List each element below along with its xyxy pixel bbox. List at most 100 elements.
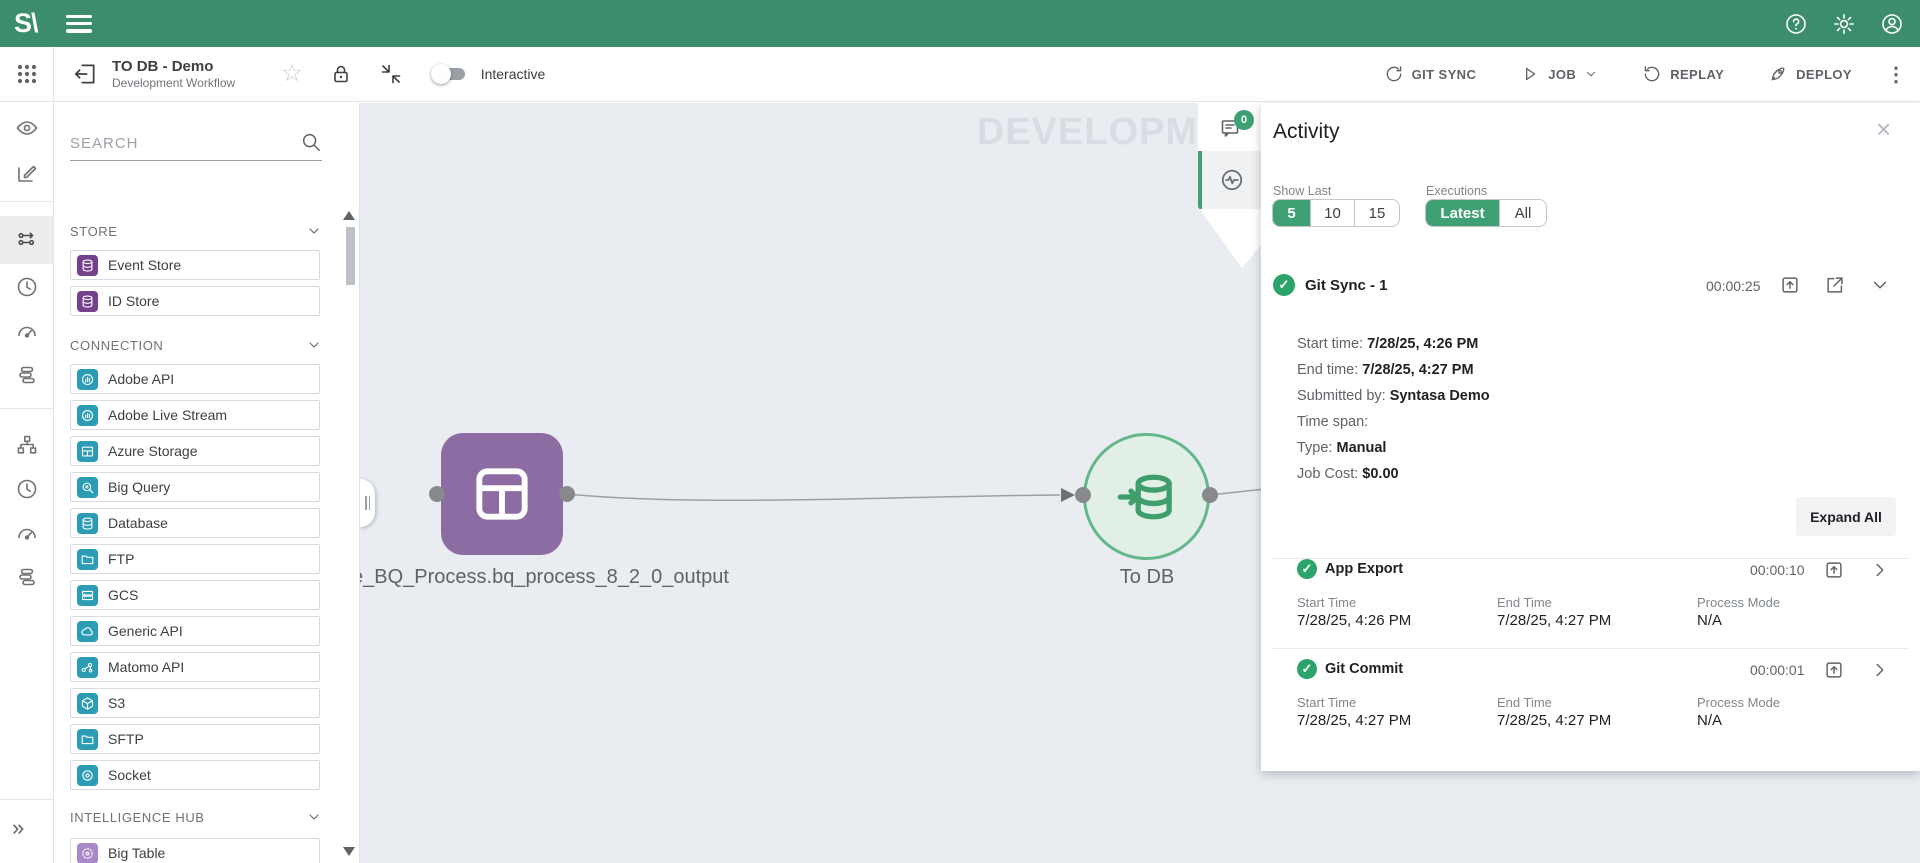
sidebar-scroll-up-arrow[interactable] [343, 211, 355, 220]
expand-all-button[interactable]: Expand All [1796, 497, 1896, 536]
database-arrow-icon [1115, 465, 1179, 529]
palette-item-s3[interactable]: S3 [70, 688, 320, 718]
sidebar-collapse-handle[interactable] [360, 479, 375, 527]
palette-item-label: Azure Storage [108, 443, 198, 459]
bq-process-node[interactable] [441, 433, 563, 555]
detail-label: Time span: [1297, 414, 1368, 430]
start-time-column-label: Start Time [1297, 695, 1356, 710]
workflow-flow-icon[interactable] [15, 228, 39, 252]
external-link-icon[interactable] [1824, 274, 1846, 296]
section-header-store[interactable]: STORE [70, 223, 322, 239]
section-title: STORE [70, 224, 118, 239]
layers-icon-2[interactable] [15, 565, 39, 589]
sidebar-scroll-down-arrow[interactable] [343, 847, 355, 856]
view-eye-icon[interactable] [15, 116, 39, 140]
executions-label: Executions [1426, 184, 1487, 198]
palette-item-adobe-api[interactable]: Adobe API [70, 364, 320, 394]
sitemap-icon[interactable] [15, 433, 39, 457]
expand-entry-chevron-icon[interactable] [1869, 559, 1891, 581]
palette-item-azure-storage[interactable]: Azure Storage [70, 436, 320, 466]
exit-workflow-icon[interactable] [72, 61, 98, 87]
git-commit-entry-name[interactable]: Git Commit [1325, 661, 1403, 677]
palette-item-event-store[interactable]: Event Store [70, 250, 320, 280]
git-commit-start-time: 7/28/25, 4:27 PM [1297, 712, 1411, 729]
show-last-option-15[interactable]: 15 [1355, 200, 1399, 226]
sftp-icon [77, 729, 98, 750]
palette-item-database[interactable]: Database [70, 508, 320, 538]
show-last-option-10[interactable]: 10 [1311, 200, 1355, 226]
notifications-tab[interactable]: 0 [1198, 109, 1261, 147]
palette-item-socket[interactable]: Socket [70, 760, 320, 790]
layers-icon[interactable] [15, 363, 39, 387]
executions-option-all[interactable]: All [1500, 200, 1546, 226]
detail-row: Type: Manual [1297, 435, 1490, 461]
toolbar-actions: GIT SYNC JOB REPLAY DEPLOY ⋮ [1340, 62, 1906, 87]
node-input-port[interactable] [429, 486, 445, 502]
palette-item-big-table[interactable]: Big Table [70, 838, 320, 863]
sidebar-scrollbar-thumb[interactable] [346, 227, 355, 285]
palette-item-id-store[interactable]: ID Store [70, 286, 320, 316]
git-commit-end-time: 7/28/25, 4:27 PM [1497, 712, 1611, 729]
success-check-icon: ✓ [1297, 559, 1317, 579]
gauge-icon[interactable] [15, 319, 39, 343]
palette-item-adobe-live-stream[interactable]: Adobe Live Stream [70, 400, 320, 430]
chevron-down-icon [306, 809, 322, 825]
expand-rail-icon[interactable]: » [12, 815, 24, 841]
search-input[interactable] [70, 129, 322, 161]
palette-item-ftp[interactable]: FTP [70, 544, 320, 574]
history-clock-icon-2[interactable] [15, 477, 39, 501]
executions-option-latest[interactable]: Latest [1426, 200, 1500, 226]
collapse-canvas-icon[interactable] [379, 62, 403, 86]
palette-item-big-query[interactable]: Big Query [70, 472, 320, 502]
activity-panel: Activity × Show Last 5 10 15 Executions … [1261, 103, 1920, 771]
hamburger-menu-icon[interactable] [66, 15, 92, 33]
to-db-output-port[interactable] [1202, 487, 1218, 503]
app-export-entry-name[interactable]: App Export [1325, 561, 1403, 577]
activity-tab-selected[interactable] [1198, 151, 1261, 209]
favorite-star-icon[interactable]: ☆ [281, 62, 303, 86]
open-log-icon[interactable] [1823, 659, 1845, 681]
database-icon [77, 513, 98, 534]
end-time-column-label: End Time [1497, 695, 1552, 710]
detail-row: Job Cost: $0.00 [1297, 461, 1490, 487]
search-field-wrap [70, 129, 322, 161]
palette-item-label: ID Store [108, 293, 159, 309]
s3-icon [77, 693, 98, 714]
palette-item-sftp[interactable]: SFTP [70, 724, 320, 754]
activity-panel-title: Activity [1273, 120, 1340, 144]
close-icon[interactable]: × [1876, 116, 1891, 142]
palette-item-matomo-api[interactable]: Matomo API [70, 652, 320, 682]
expand-entry-chevron-icon[interactable] [1869, 659, 1891, 681]
replay-button[interactable]: REPLAY [1642, 64, 1724, 84]
palette-item-generic-api[interactable]: Generic API [70, 616, 320, 646]
edit-icon[interactable] [15, 161, 39, 185]
search-icon[interactable] [300, 131, 322, 153]
azure-storage-icon [77, 441, 98, 462]
palette-item-gcs[interactable]: GCS [70, 580, 320, 610]
node-output-port[interactable] [559, 486, 575, 502]
job-button[interactable]: JOB [1520, 64, 1598, 84]
section-header-intelligence-hub[interactable]: INTELLIGENCE HUB [70, 809, 322, 825]
to-db-input-port[interactable] [1075, 487, 1091, 503]
big-query-icon [77, 477, 98, 498]
more-options-kebab-icon[interactable]: ⋮ [1886, 62, 1906, 87]
help-icon[interactable] [1784, 12, 1808, 36]
deploy-button[interactable]: DEPLOY [1768, 64, 1852, 84]
settings-gear-icon[interactable] [1832, 12, 1856, 36]
show-last-segmented-control: 5 10 15 [1272, 199, 1400, 227]
gauge-icon-2[interactable] [15, 521, 39, 545]
open-log-icon[interactable] [1823, 559, 1845, 581]
git-sync-button[interactable]: GIT SYNC [1384, 64, 1477, 84]
account-icon[interactable] [1880, 12, 1904, 36]
open-log-icon[interactable] [1779, 274, 1801, 296]
section-header-connection[interactable]: CONNECTION [70, 337, 322, 353]
collapse-entry-chevron-icon[interactable] [1869, 274, 1891, 296]
interactive-toggle[interactable] [431, 64, 469, 84]
show-last-option-5[interactable]: 5 [1273, 200, 1311, 226]
to-db-node[interactable] [1083, 433, 1210, 560]
git-sync-entry-name[interactable]: Git Sync - 1 [1305, 277, 1388, 294]
history-clock-icon[interactable] [15, 275, 39, 299]
lock-icon[interactable] [329, 62, 353, 86]
apps-grid-button[interactable] [0, 47, 54, 101]
process-mode-column-label: Process Mode [1697, 695, 1780, 710]
